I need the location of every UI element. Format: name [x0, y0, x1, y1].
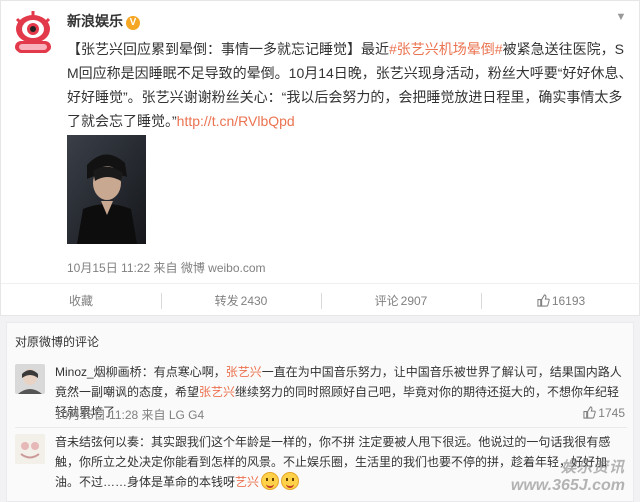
post-actions-bar: 收藏 转发 2430 评论 2907 16193 [1, 283, 640, 317]
watermark: 娱乐资讯 www.365J.com [511, 459, 625, 495]
repost-count[interactable]: 2430 [241, 294, 268, 308]
smile-emoji-icon [261, 472, 280, 490]
comments-panel: 对原微博的评论 Minoz_烟柳画桥：有点寒心啊，张艺兴一直在为中国音乐努力，让… [6, 322, 634, 502]
post-text: 【张艺兴回应累到晕倒：事情一多就忘记睡觉】最近#张艺兴机场晕倒#被紧急送往医院，… [67, 37, 633, 133]
comment-item: 音未结弦何以奏：其实跟我们这个年龄是一样的，你不拼 注定要被人甩下很远。他说过的… [15, 427, 627, 490]
author-name[interactable]: 新浪娱乐 V [67, 11, 140, 31]
commenter-avatar[interactable] [15, 434, 45, 464]
post-text-part: 最近 [361, 41, 389, 57]
mention-link[interactable]: 艺兴 [235, 475, 259, 489]
sina-entertainment-logo-icon [9, 9, 57, 57]
post-title: 【张艺兴回应累到晕倒：事情一多就忘记睡觉】 [67, 41, 361, 57]
author-avatar[interactable] [9, 9, 57, 57]
comment-label[interactable]: 评论 [375, 294, 399, 308]
watermark-line1: 娱乐资讯 [560, 459, 625, 476]
author-name-text[interactable]: 新浪娱乐 [67, 13, 123, 29]
like-button[interactable]: 16193 [481, 284, 640, 317]
commenter-name[interactable]: Minoz_烟柳画桥 [55, 365, 142, 379]
comment-separator: ： [139, 435, 152, 449]
verified-badge-icon: V [126, 16, 140, 30]
repost-label[interactable]: 转发 [215, 294, 239, 308]
short-url-link[interactable]: http://t.cn/RVlbQpd [177, 113, 295, 129]
commenter-avatar[interactable] [15, 364, 45, 394]
comment-count[interactable]: 2907 [401, 294, 428, 308]
comment-like-button[interactable]: 1745 [583, 406, 625, 420]
weibo-post-card: 新浪娱乐 V ▼ 【张艺兴回应累到晕倒：事情一多就忘记睡觉】最近#张艺兴机场晕倒#… [0, 0, 640, 316]
favorite-label[interactable]: 收藏 [69, 294, 93, 308]
comment-separator: ： [141, 365, 154, 379]
post-meta: 10月15日 11:22 来自 微博 weibo.com [67, 261, 266, 275]
commenter-name[interactable]: 音未结弦何以奏 [55, 435, 139, 449]
avatar-image [15, 434, 45, 464]
avatar-image [15, 364, 45, 394]
like-count[interactable]: 16193 [552, 294, 585, 308]
mention-link[interactable]: 张艺兴 [226, 365, 262, 379]
comment-like-count[interactable]: 1745 [598, 406, 625, 420]
photo-image [67, 135, 146, 244]
comment-button[interactable]: 评论 2907 [321, 284, 481, 317]
watermark-line2: www.365J.com [510, 477, 625, 494]
repost-button[interactable]: 转发 2430 [161, 284, 321, 317]
post-photo[interactable] [67, 135, 146, 244]
smile-emoji-icon [281, 472, 300, 490]
comments-title: 对原微博的评论 [15, 335, 100, 349]
topic-link[interactable]: #张艺兴机场晕倒# [389, 41, 503, 57]
favorite-button[interactable]: 收藏 [1, 284, 161, 317]
thumbs-up-icon[interactable] [537, 294, 550, 307]
thumbs-up-icon[interactable] [583, 406, 597, 419]
comments-section: 对原微博的评论 Minoz_烟柳画桥：有点寒心啊，张艺兴一直在为中国音乐努力，让… [0, 316, 640, 502]
mention-link[interactable]: 张艺兴 [199, 385, 235, 399]
chevron-down-icon[interactable]: ▼ [613, 9, 629, 25]
comment-text-part: 有点寒心啊， [153, 365, 226, 379]
comment-meta: 10月15日 11:28 来自 LG G4 [55, 408, 205, 422]
